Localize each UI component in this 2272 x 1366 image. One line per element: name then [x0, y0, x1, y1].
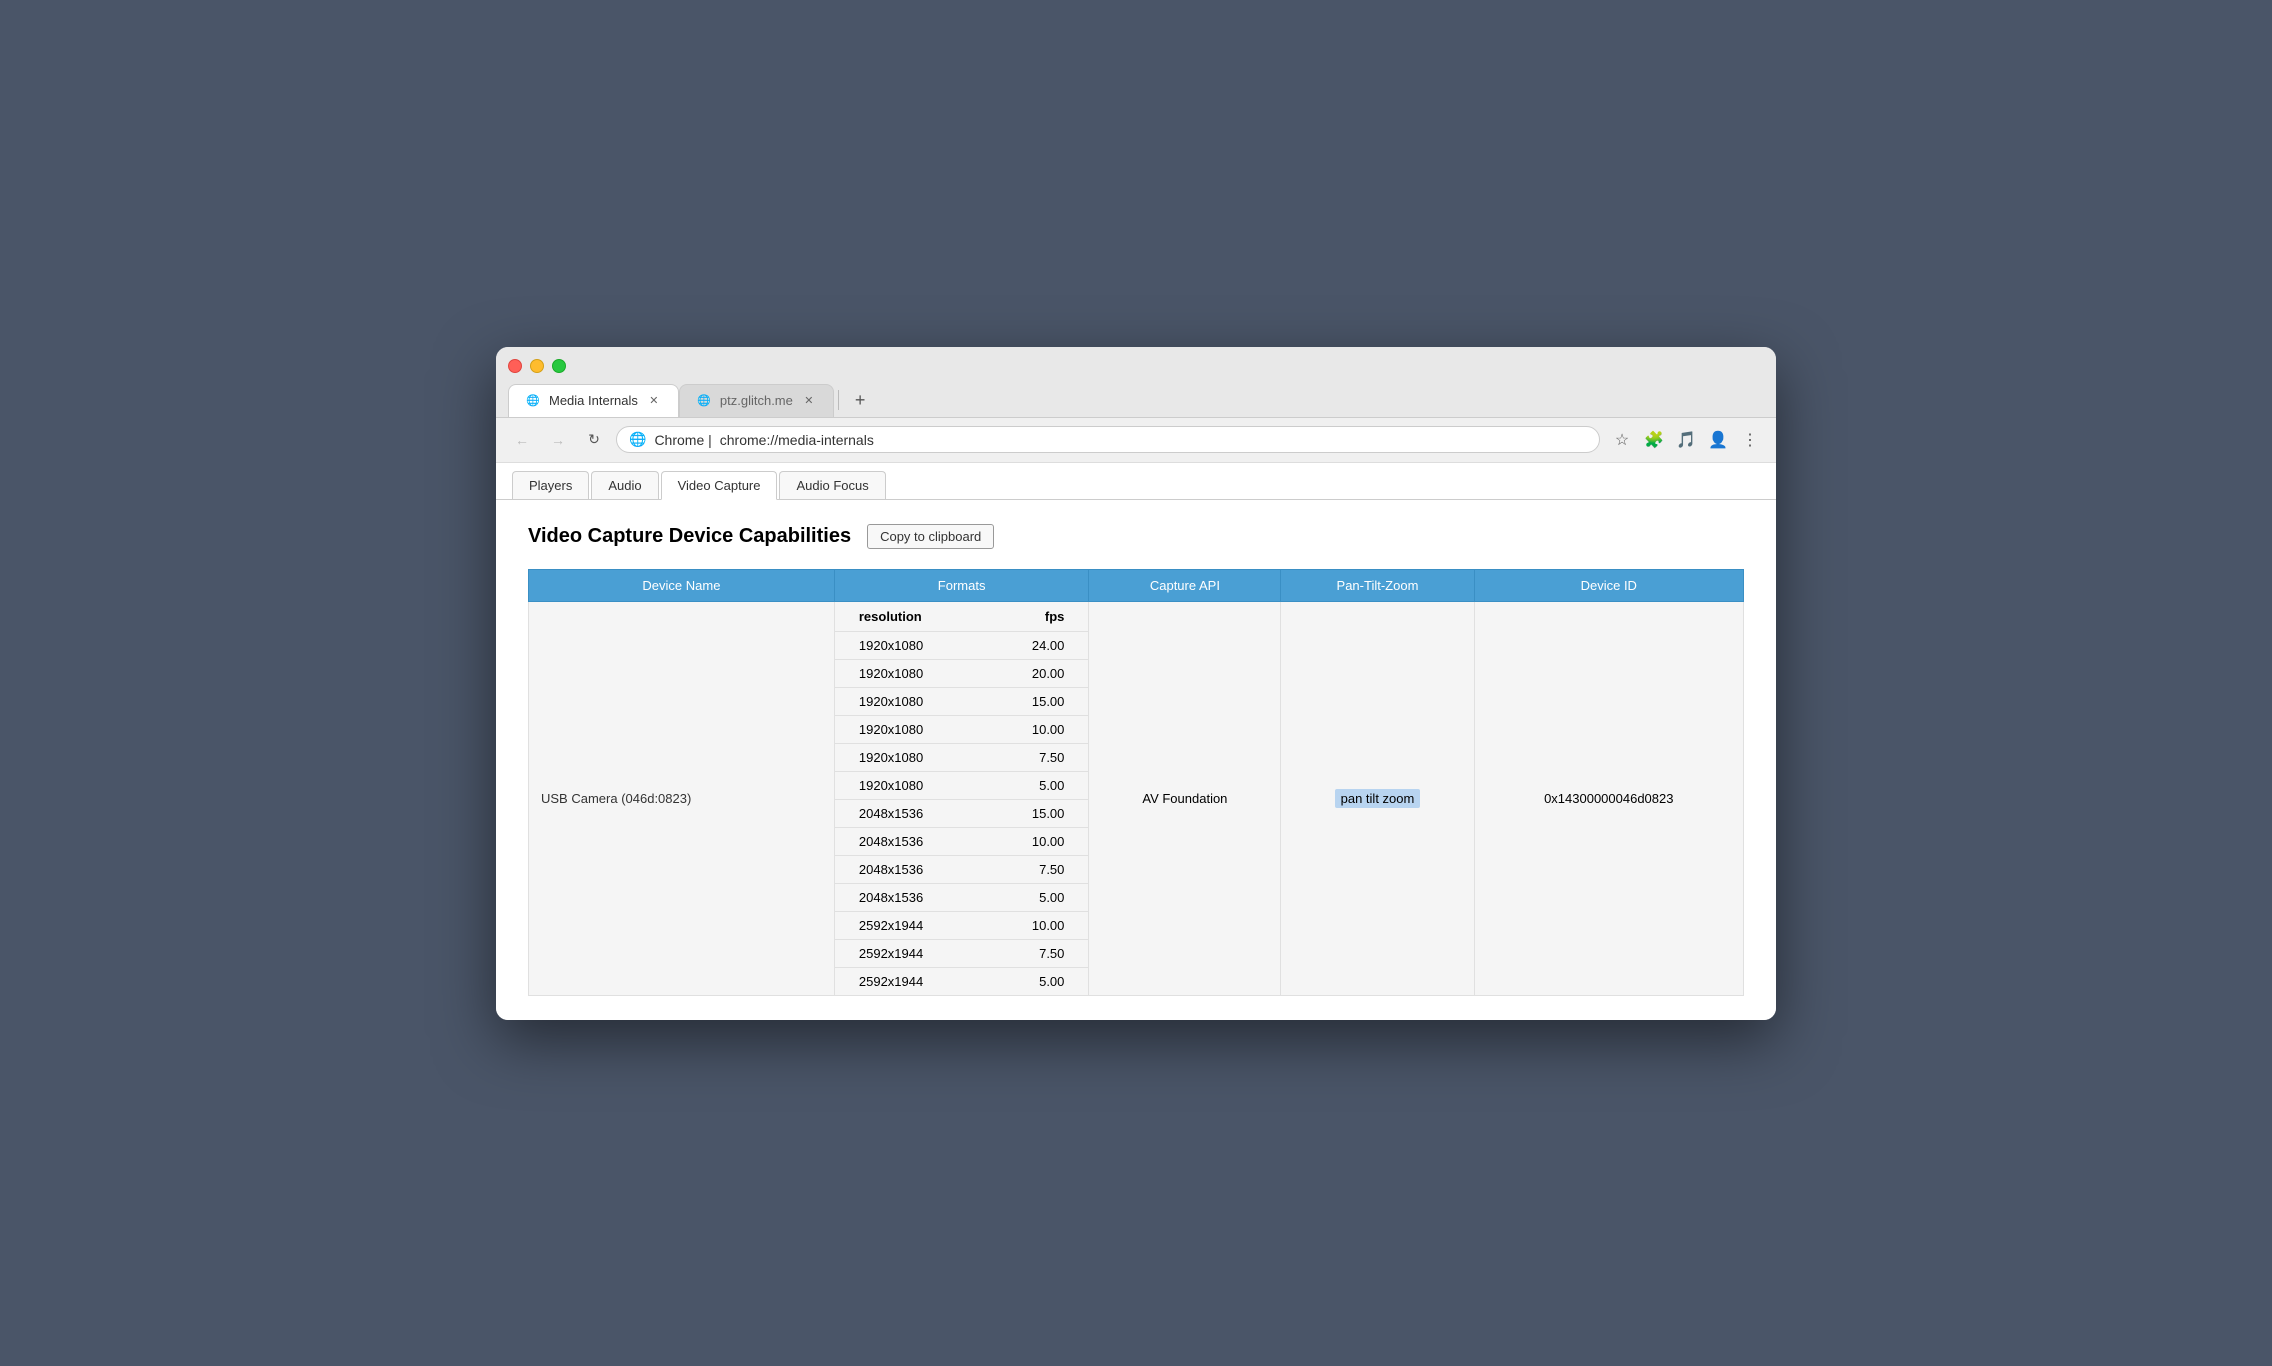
media-icon: 🎵: [1676, 430, 1696, 450]
url-prefix: Chrome |: [654, 432, 711, 448]
format-cell: 1920x10807.50: [834, 743, 1089, 771]
browser-actions: ☆ 🧩 🎵 👤 ⋮: [1608, 426, 1764, 454]
format-cell: 2048x15365.00: [834, 883, 1089, 911]
main-content: Video Capture Device Capabilities Copy t…: [496, 500, 1776, 1020]
page-content: Players Audio Video Capture Audio Focus …: [496, 463, 1776, 1020]
format-cell: 2592x19447.50: [834, 939, 1089, 967]
section-title: Video Capture Device Capabilities: [528, 525, 851, 548]
col-header-device-id: Device ID: [1474, 569, 1743, 601]
col-header-device-name: Device Name: [529, 569, 835, 601]
device-name-cell: USB Camera (046d:0823): [529, 601, 835, 995]
table-row: USB Camera (046d:0823)resolutionfpsAV Fo…: [529, 601, 1744, 631]
media-button[interactable]: 🎵: [1672, 426, 1700, 454]
format-cell: 2592x194410.00: [834, 911, 1089, 939]
browser-window: 🌐 Media Internals ✕ 🌐 ptz.glitch.me ✕ + …: [496, 347, 1776, 1020]
device-id-cell: 0x14300000046d0823: [1474, 601, 1743, 995]
refresh-icon: ↻: [588, 431, 600, 448]
tab-players[interactable]: Players: [512, 471, 589, 499]
col-header-ptz: Pan-Tilt-Zoom: [1281, 569, 1474, 601]
tab-media-internals[interactable]: 🌐 Media Internals ✕: [508, 384, 679, 417]
traffic-lights: [508, 359, 1764, 373]
ptz-value: pan tilt zoom: [1335, 789, 1421, 808]
star-icon: ☆: [1615, 430, 1629, 450]
profile-button[interactable]: 👤: [1704, 426, 1732, 454]
format-cell: 2048x153615.00: [834, 799, 1089, 827]
title-bar: 🌐 Media Internals ✕ 🌐 ptz.glitch.me ✕ +: [496, 347, 1776, 418]
format-cell: 2592x19445.00: [834, 967, 1089, 995]
tab-close-ptz[interactable]: ✕: [801, 393, 817, 409]
format-cell: 1920x108015.00: [834, 687, 1089, 715]
browser-tabs: 🌐 Media Internals ✕ 🌐 ptz.glitch.me ✕ +: [508, 383, 1764, 417]
url-bar[interactable]: 🌐 Chrome | chrome://media-internals: [616, 426, 1600, 453]
media-internals-tabs: Players Audio Video Capture Audio Focus: [496, 463, 1776, 500]
format-cell: 2048x15367.50: [834, 855, 1089, 883]
forward-icon: →: [551, 432, 565, 448]
tab-separator: [838, 390, 839, 410]
col-header-capture-api: Capture API: [1089, 569, 1281, 601]
address-bar: ← → ↻ 🌐 Chrome | chrome://media-internal…: [496, 418, 1776, 463]
url-globe-icon: 🌐: [629, 431, 646, 448]
maximize-button[interactable]: [552, 359, 566, 373]
tab-close-media-internals[interactable]: ✕: [646, 393, 662, 409]
menu-button[interactable]: ⋮: [1736, 426, 1764, 454]
col-header-formats: Formats: [834, 569, 1089, 601]
capture-api-cell: AV Foundation: [1089, 601, 1281, 995]
copy-to-clipboard-button[interactable]: Copy to clipboard: [867, 524, 994, 549]
section-header: Video Capture Device Capabilities Copy t…: [528, 524, 1744, 549]
menu-icon: ⋮: [1742, 430, 1758, 450]
extensions-button[interactable]: 🧩: [1640, 426, 1668, 454]
refresh-button[interactable]: ↻: [580, 426, 608, 454]
format-cell: 1920x108010.00: [834, 715, 1089, 743]
format-cell: resolutionfps: [834, 601, 1089, 631]
back-button[interactable]: ←: [508, 426, 536, 454]
tab-audio-focus[interactable]: Audio Focus: [779, 471, 885, 499]
tab-favicon-ptz: 🌐: [696, 393, 712, 409]
tab-ptz[interactable]: 🌐 ptz.glitch.me ✕: [679, 384, 834, 417]
tab-favicon-media-internals: 🌐: [525, 393, 541, 409]
tab-label-media-internals: Media Internals: [549, 393, 638, 408]
format-cell: 1920x108020.00: [834, 659, 1089, 687]
format-cell: 1920x108024.00: [834, 631, 1089, 659]
table-header-row: Device Name Formats Capture API Pan-Tilt…: [529, 569, 1744, 601]
format-cell: 1920x10805.00: [834, 771, 1089, 799]
close-button[interactable]: [508, 359, 522, 373]
minimize-button[interactable]: [530, 359, 544, 373]
tab-audio[interactable]: Audio: [591, 471, 658, 499]
forward-button[interactable]: →: [544, 426, 572, 454]
tab-label-ptz: ptz.glitch.me: [720, 393, 793, 408]
back-icon: ←: [515, 432, 529, 448]
ptz-cell: pan tilt zoom: [1281, 601, 1474, 995]
star-button[interactable]: ☆: [1608, 426, 1636, 454]
tab-video-capture[interactable]: Video Capture: [661, 471, 778, 500]
url-address: chrome://media-internals: [720, 432, 874, 448]
profile-icon: 👤: [1708, 430, 1728, 450]
capabilities-table: Device Name Formats Capture API Pan-Tilt…: [528, 569, 1744, 996]
new-tab-button[interactable]: +: [843, 383, 878, 417]
format-cell: 2048x153610.00: [834, 827, 1089, 855]
extensions-icon: 🧩: [1644, 430, 1664, 450]
